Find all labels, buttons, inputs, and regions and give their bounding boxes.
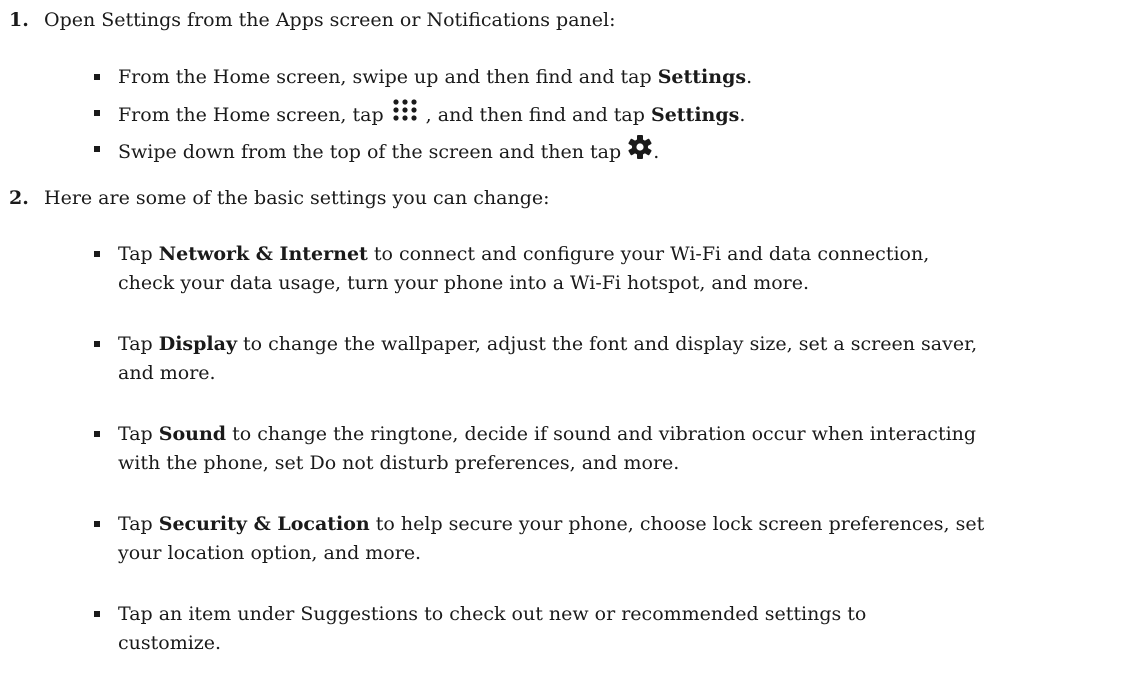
bullet-marker bbox=[94, 251, 100, 257]
step-text: Here are some of the basic settings you … bbox=[44, 187, 550, 209]
item-text: . bbox=[653, 141, 660, 163]
document-page: 1. Open Settings from the Apps screen or… bbox=[0, 0, 1124, 679]
item-text: Tap bbox=[118, 333, 159, 355]
bullet-marker bbox=[94, 341, 100, 347]
item-bold-text: Security & Location bbox=[158, 513, 370, 535]
item-text: to change the ringtone, decide if sound … bbox=[226, 423, 977, 445]
item-bold-text: Display bbox=[158, 333, 237, 355]
item-bold-text: Sound bbox=[158, 423, 227, 445]
item-text: From the Home screen, tap bbox=[118, 104, 390, 126]
item-text: to connect and configure your Wi-Fi and … bbox=[367, 243, 930, 265]
item-text: . bbox=[746, 66, 753, 88]
item-text: , and then find and tap bbox=[425, 104, 651, 126]
item-text: . bbox=[739, 104, 746, 126]
apps-grid-icon bbox=[390, 98, 426, 130]
item-text: with the phone, set Do not disturb prefe… bbox=[118, 452, 680, 474]
item-text: to change the wallpaper, adjust the font… bbox=[236, 333, 978, 355]
step-number: 2. bbox=[9, 187, 29, 209]
bullet-marker bbox=[94, 431, 100, 437]
item-text: customize. bbox=[118, 632, 222, 654]
item-bold-text: Settings bbox=[657, 66, 747, 88]
item-text: check your data usage, turn your phone i… bbox=[118, 272, 810, 294]
bullet-marker bbox=[94, 611, 100, 617]
item-bold-text: Settings bbox=[650, 104, 740, 126]
item-text: From the Home screen, swipe up and then … bbox=[118, 66, 658, 88]
bullet-marker bbox=[94, 74, 100, 80]
item-bold-text: Network & Internet bbox=[158, 243, 368, 265]
step-text: Open Settings from the Apps screen or No… bbox=[44, 9, 616, 31]
bullet-marker bbox=[94, 146, 100, 152]
item-text: Swipe down from the top of the screen an… bbox=[118, 141, 628, 163]
item-text: Tap bbox=[118, 423, 159, 445]
gear-icon bbox=[627, 134, 653, 168]
item-text: and more. bbox=[118, 362, 216, 384]
item-text: Tap bbox=[118, 243, 159, 265]
bullet-marker bbox=[94, 110, 100, 116]
item-text: to help secure your phone, choose lock s… bbox=[369, 513, 985, 535]
step-number: 1. bbox=[9, 9, 29, 31]
item-text: Tap an item under Suggestions to check o… bbox=[118, 603, 867, 625]
item-text: Tap bbox=[118, 513, 159, 535]
bullet-marker bbox=[94, 521, 100, 527]
item-text: your location option, and more. bbox=[118, 542, 422, 564]
